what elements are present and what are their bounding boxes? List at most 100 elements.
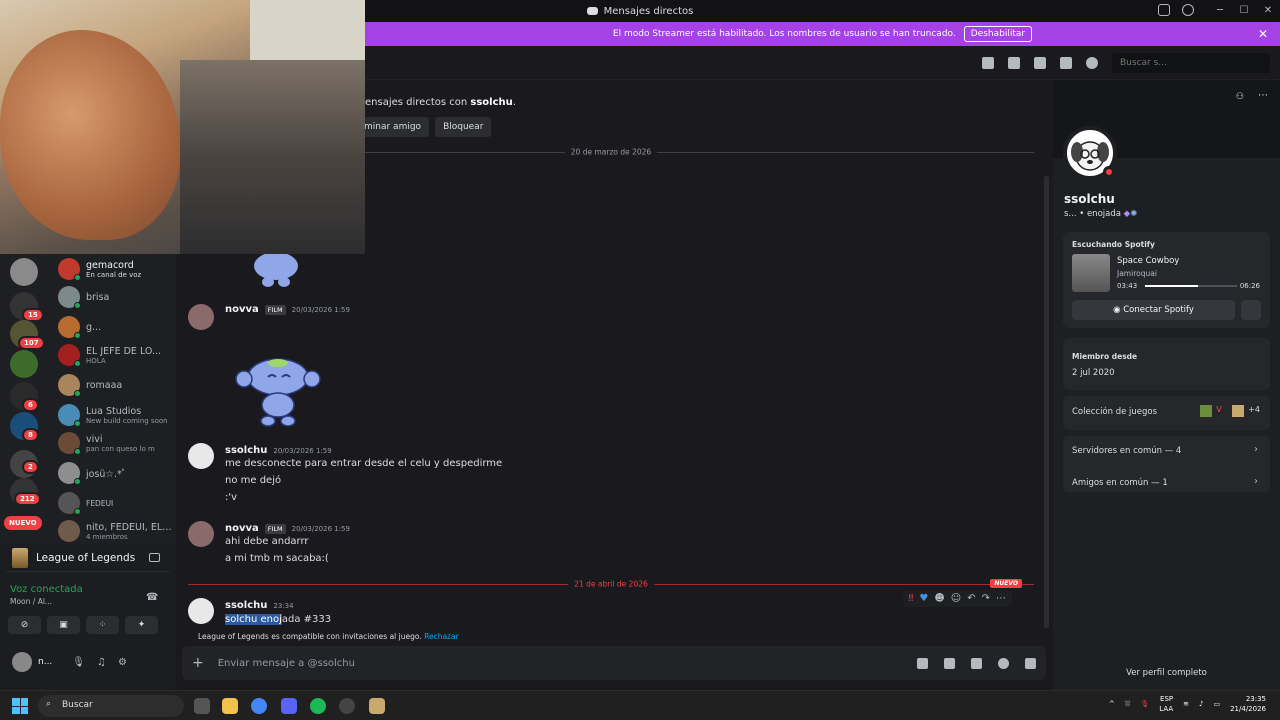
chrome-icon[interactable]: [251, 698, 267, 714]
new-unreads-pill[interactable]: NUEVO: [4, 516, 42, 530]
member-since-value: 2 jul 2020: [1072, 368, 1115, 378]
add-friends-icon[interactable]: [1060, 56, 1072, 69]
windows-start-icon[interactable]: [12, 698, 28, 714]
server-icon[interactable]: [10, 258, 38, 286]
wifi-icon[interactable]: ≋: [1183, 700, 1189, 708]
taskbar-search[interactable]: ⌕ Buscar: [38, 695, 184, 717]
dm-item[interactable]: brisa: [58, 286, 176, 309]
search-icon: ⌕: [46, 699, 52, 709]
message-author[interactable]: ssolchu: [225, 600, 267, 611]
dm-item[interactable]: g...: [58, 316, 176, 339]
avatar: [58, 462, 81, 485]
chevron-up-icon[interactable]: ^: [1109, 700, 1115, 708]
maximize-button[interactable]: ☐: [1232, 0, 1256, 22]
settings-icon[interactable]: ⚙: [118, 657, 127, 668]
unread-badge: 2: [22, 460, 39, 474]
message-actions: ‼ ♥ ☻ ☺ ↶ ↷ ⋯: [902, 590, 1012, 607]
more-icon[interactable]: ⋯: [1258, 90, 1268, 101]
close-icon[interactable]: ✕: [1258, 27, 1268, 41]
server-icon[interactable]: [10, 350, 38, 378]
file-explorer-icon[interactable]: [222, 698, 238, 714]
add-reaction-icon[interactable]: ☺: [951, 593, 961, 604]
message-author[interactable]: novva: [225, 304, 259, 315]
game-activity[interactable]: League of Legends: [6, 544, 170, 572]
reject-link[interactable]: Rechazar: [424, 632, 459, 641]
scrollbar[interactable]: [1044, 176, 1049, 628]
profile-toggle-icon[interactable]: [1086, 56, 1098, 69]
share-screen-button[interactable]: ▣: [47, 616, 80, 634]
network-icon[interactable]: ⛆: [1125, 700, 1131, 709]
gif-icon[interactable]: [944, 657, 955, 669]
emoji-icon[interactable]: [998, 657, 1009, 669]
dm-item[interactable]: vivi pan con queso lo m: [58, 432, 176, 455]
song-artist[interactable]: Jamiroquai: [1117, 269, 1157, 278]
pin-icon[interactable]: [1034, 56, 1046, 69]
video-off-button[interactable]: ⊘: [8, 616, 41, 634]
add-friend-icon[interactable]: ⚇: [1236, 92, 1244, 102]
progress-bar: [1145, 285, 1237, 287]
dm-item[interactable]: romaaa: [58, 374, 176, 397]
spotify-icon: ◉: [1113, 305, 1121, 315]
microphone-icon[interactable]: 🎙: [72, 657, 85, 668]
task-view-icon[interactable]: [194, 698, 210, 714]
discord-icon[interactable]: [281, 698, 297, 714]
heart-reaction-icon[interactable]: ♥: [919, 593, 928, 604]
dm-item[interactable]: EL JEFE DE LO... HOLA: [58, 344, 176, 367]
reaction-icon[interactable]: ☻: [934, 593, 944, 604]
call-icon[interactable]: [982, 56, 994, 69]
gift-icon[interactable]: [917, 657, 928, 669]
song-title[interactable]: Space Cowboy: [1117, 256, 1179, 266]
activities-button[interactable]: ⁘: [86, 616, 119, 634]
microphone-icon[interactable]: 🎙: [1140, 700, 1149, 708]
clock[interactable]: 23:35 21/4/2026: [1230, 694, 1266, 714]
connect-spotify-button[interactable]: ◉ Conectar Spotify: [1072, 300, 1235, 320]
listen-along-button[interactable]: [1241, 300, 1261, 320]
dm-item[interactable]: nito, FEDEUI, EL ... 4 miembros: [58, 520, 176, 542]
dm-item[interactable]: Lua Studios New build coming soon: [58, 404, 176, 427]
inbox-icon[interactable]: [1158, 4, 1170, 16]
window-title: Mensajes directos: [603, 5, 694, 17]
message-input[interactable]: [217, 657, 903, 669]
keyboard-language[interactable]: ESP LAA: [1159, 694, 1173, 714]
league-client-icon[interactable]: [369, 698, 385, 714]
minimize-button[interactable]: ─: [1208, 0, 1232, 22]
search-input[interactable]: [1112, 52, 1270, 73]
dm-item[interactable]: gemacord En canal de voz: [58, 258, 176, 281]
obs-icon[interactable]: [339, 698, 355, 714]
total-time: 06:26: [1239, 282, 1260, 290]
close-window-button[interactable]: ✕: [1256, 0, 1280, 22]
disconnect-icon[interactable]: ☎: [146, 592, 158, 603]
dm-item[interactable]: josü☆.*ﾟ: [58, 462, 176, 485]
remove-friend-button[interactable]: minar amigo: [356, 117, 430, 137]
screen-share-icon[interactable]: [149, 553, 160, 562]
more-icon[interactable]: ⋯: [996, 593, 1006, 604]
dnd-status-icon: [1103, 166, 1115, 178]
volume-icon[interactable]: ♪: [1199, 700, 1203, 708]
album-art[interactable]: [1072, 254, 1110, 292]
spotify-icon[interactable]: [310, 698, 326, 714]
forward-icon[interactable]: ↷: [982, 593, 990, 604]
view-full-profile-link[interactable]: Ver perfil completo: [1053, 668, 1280, 678]
apps-icon[interactable]: [1025, 657, 1036, 669]
upload-plus-icon[interactable]: +: [192, 655, 204, 671]
block-button[interactable]: Bloquear: [435, 117, 492, 137]
help-icon[interactable]: [1182, 4, 1194, 16]
game-collection-label: Colección de juegos: [1072, 407, 1158, 417]
soundboard-button[interactable]: ✦: [125, 616, 158, 634]
game-collection-card[interactable]: Colección de juegos V +4: [1063, 396, 1270, 430]
disable-streamer-button[interactable]: Deshabilitar: [963, 26, 1033, 42]
sticker-icon[interactable]: [971, 657, 982, 669]
message-author[interactable]: novva: [225, 523, 259, 534]
dm-item[interactable]: FEDEUI: [58, 492, 176, 515]
urgent-reaction-icon[interactable]: ‼: [909, 593, 914, 604]
elapsed-time: 03:43: [1117, 282, 1138, 290]
battery-icon[interactable]: ▭: [1213, 700, 1220, 708]
headphones-icon[interactable]: ♫: [97, 657, 106, 668]
reply-icon[interactable]: ↶: [967, 593, 975, 604]
message-author[interactable]: ssolchu: [225, 445, 267, 456]
video-icon[interactable]: [1008, 56, 1020, 69]
mutual-servers-row[interactable]: Servidores en común — 4: [1072, 446, 1181, 456]
message-text: me desconecte para entrar desde el celu …: [225, 458, 503, 469]
user-panel[interactable]: n... 🎙 ♫ ⚙: [12, 652, 127, 672]
mutual-friends-row[interactable]: Amigos en común — 1: [1072, 478, 1168, 488]
